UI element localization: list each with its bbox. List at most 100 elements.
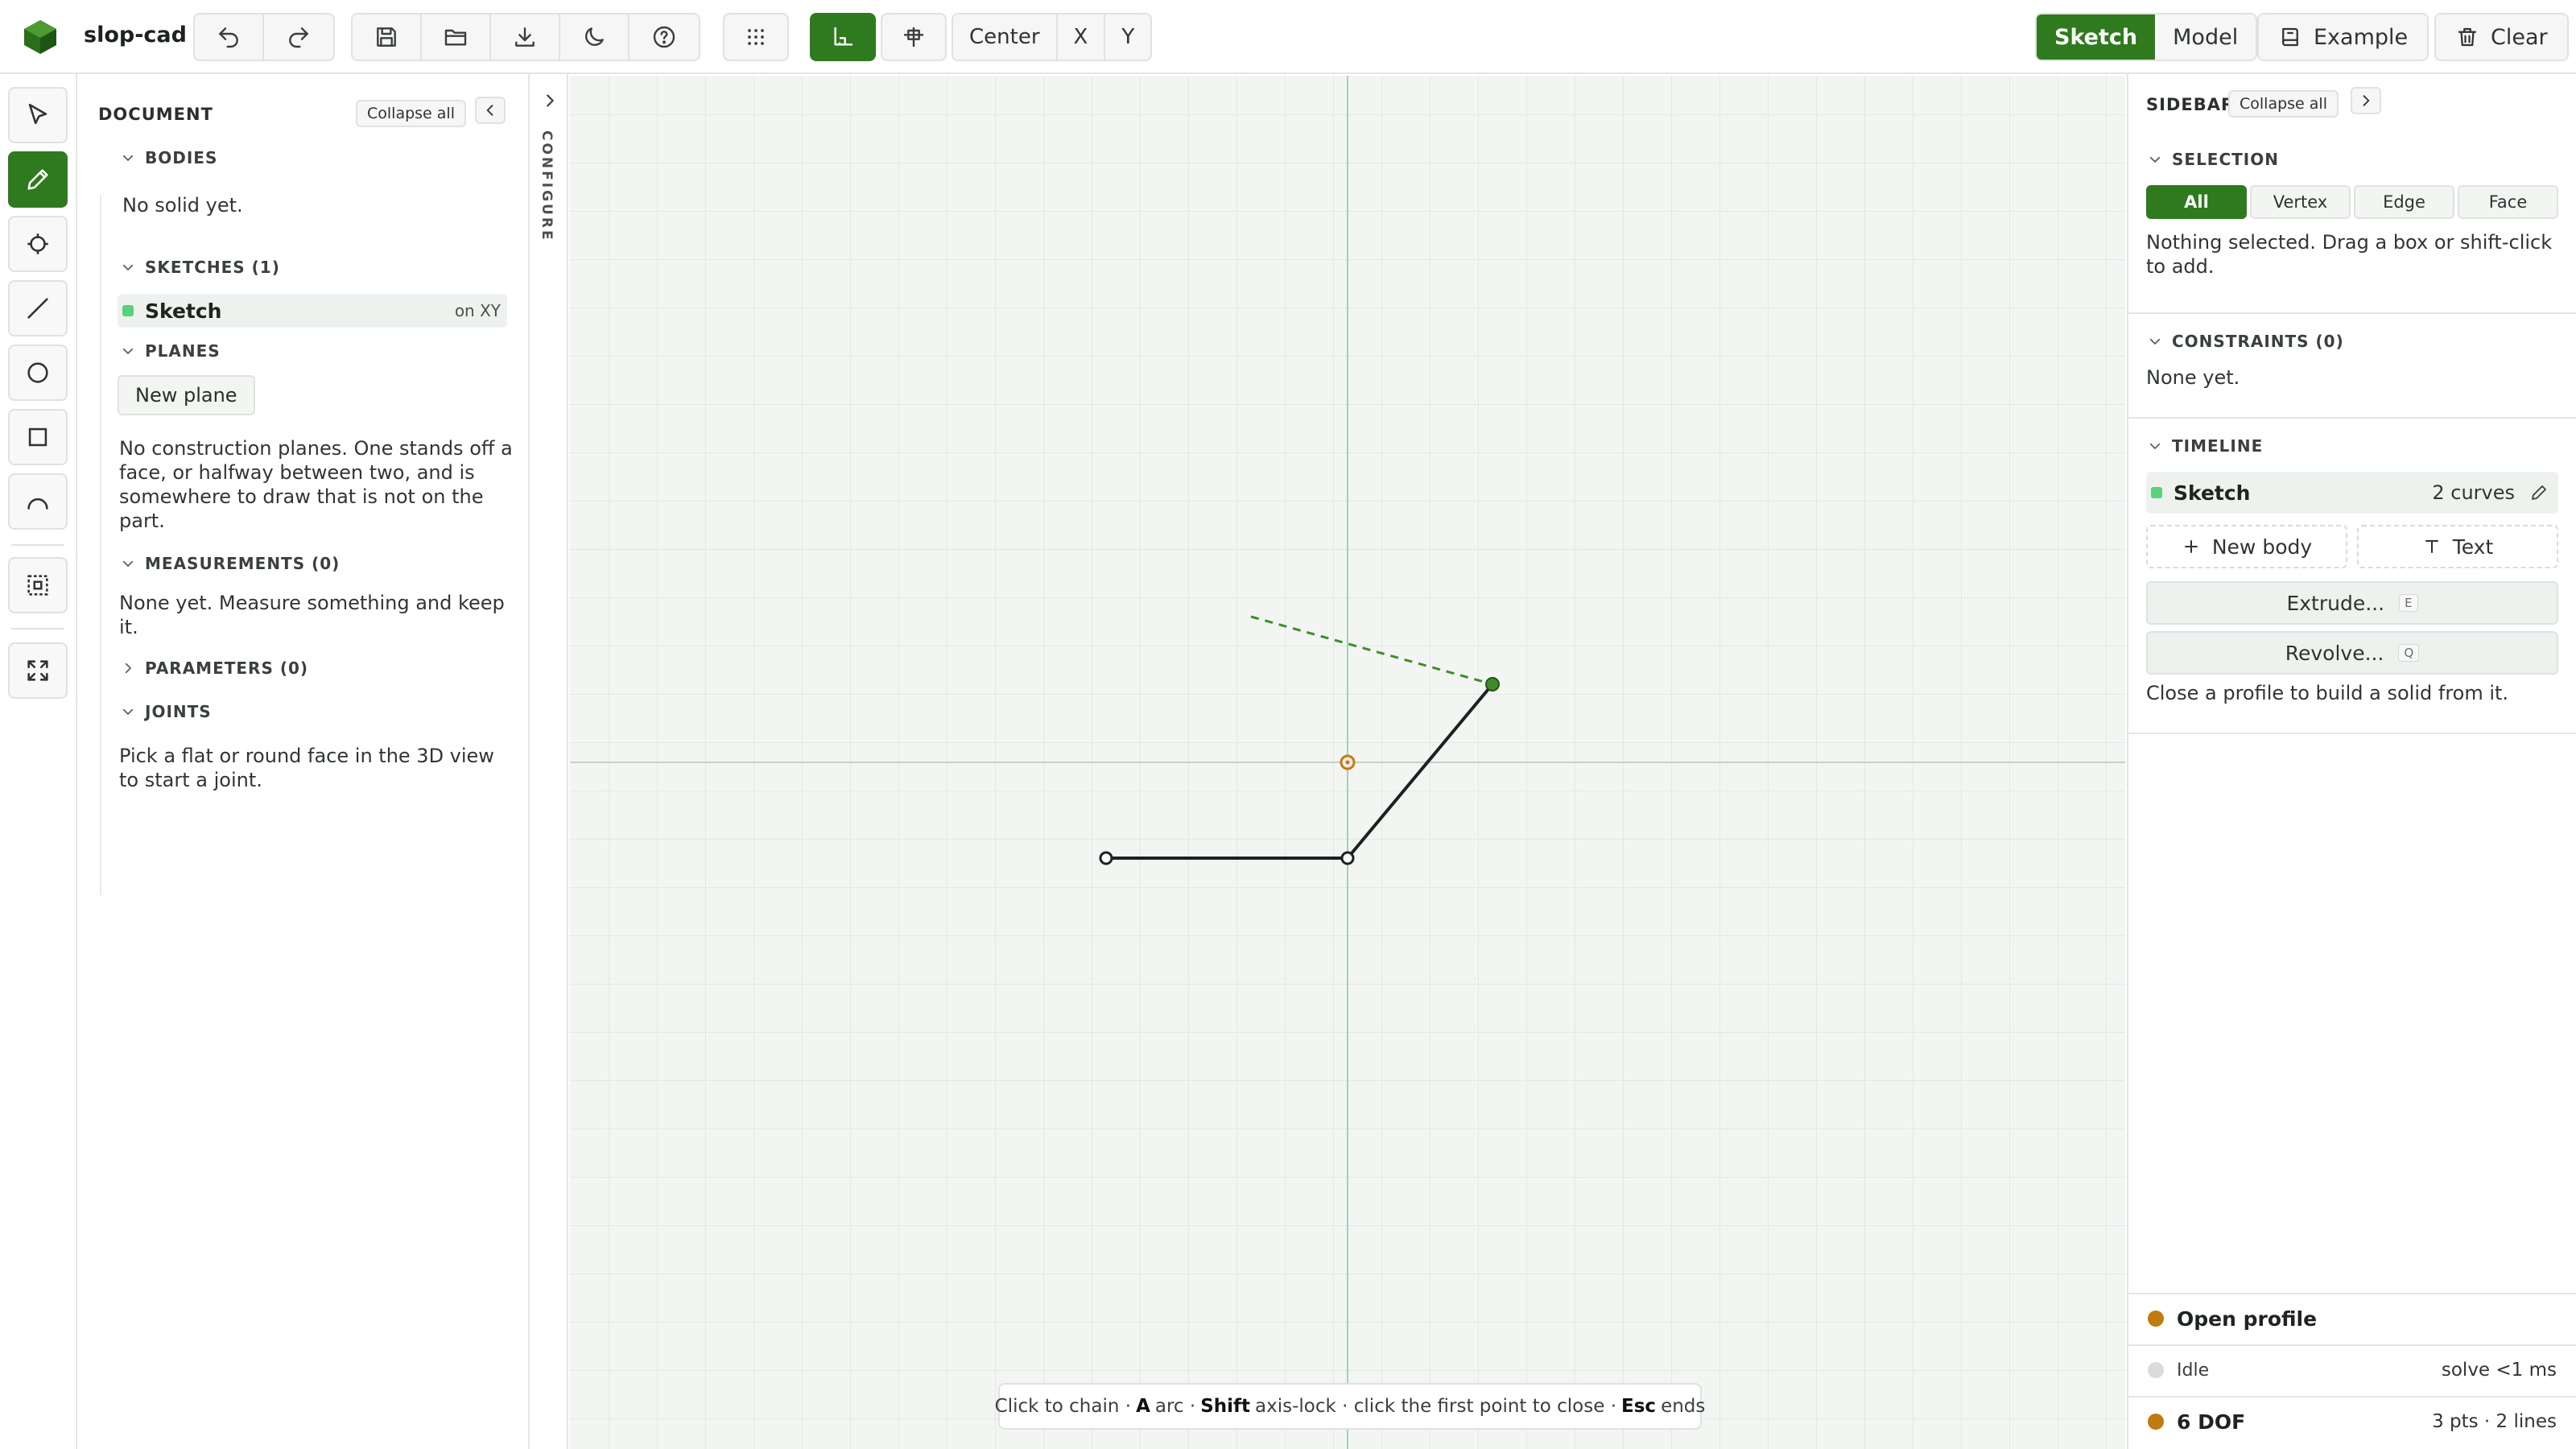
sketches-section-header[interactable]: SKETCHES (1) (121, 258, 280, 277)
timeline-item-count: 2 curves (2432, 481, 2515, 504)
folder-open-icon (444, 29, 467, 46)
constraints-section-header[interactable]: CONSTRAINTS (0) (2148, 332, 2344, 351)
chevron-down-icon (122, 348, 134, 354)
hint-key-a: A (1136, 1396, 1150, 1417)
undo-icon (219, 27, 238, 48)
selection-section-header[interactable]: SELECTION (2148, 150, 2279, 169)
configure-strip[interactable]: CONFIGURE (531, 74, 568, 1449)
point-tool[interactable] (8, 216, 68, 272)
line-icon (27, 298, 48, 319)
joints-section-header[interactable]: JOINTS (121, 702, 212, 721)
download-button[interactable] (491, 14, 560, 60)
dof-status-row: 6 DOF 3 pts · 2 lines (2128, 1396, 2576, 1446)
line-tool[interactable] (8, 280, 68, 336)
clear-label: Clear (2491, 24, 2548, 50)
chevron-down-icon (122, 264, 134, 270)
redo-icon (289, 27, 308, 48)
clear-button[interactable]: Clear (2434, 13, 2569, 61)
align-plane-icon (904, 27, 923, 47)
example-button[interactable]: Example (2257, 13, 2429, 61)
bodies-section-header[interactable]: BODIES (121, 148, 217, 167)
circle-tool[interactable] (8, 345, 68, 401)
active-vertex[interactable] (1485, 677, 1500, 691)
timeline-item[interactable]: Sketch 2 curves (2146, 472, 2558, 514)
grid-toggle-button[interactable] (723, 13, 789, 61)
tree-guide-line (100, 195, 101, 895)
timeline-heading: TIMELINE (2172, 436, 2264, 456)
revolve-button[interactable]: Revolve... Q (2146, 631, 2558, 675)
arc-icon (27, 497, 48, 510)
sketch-color-swatch (122, 305, 134, 316)
open-button[interactable] (422, 14, 491, 60)
hint-text: axis-lock · click the first point to clo… (1255, 1396, 1617, 1417)
solver-status-dot (2148, 1362, 2164, 1378)
sketch-vertex[interactable] (1099, 851, 1113, 865)
snap-toggle-button[interactable] (810, 13, 876, 61)
collapse-all-button[interactable]: Collapse all (356, 100, 466, 127)
sketch-canvas[interactable]: Click to chain · A arc · Shift axis-lock… (570, 76, 2125, 1449)
selection-tab-face[interactable]: Face (2458, 185, 2558, 219)
selection-tab-vertex[interactable]: Vertex (2250, 185, 2351, 219)
sidebar-title: SIDEBAR (2146, 95, 2235, 114)
measurements-section-header[interactable]: MEASUREMENTS (0) (121, 554, 340, 573)
solver-status-row: Idle solve <1 ms (2128, 1344, 2576, 1394)
constraints-heading: CONSTRAINTS (0) (2172, 332, 2344, 351)
mode-sketch-button[interactable]: Sketch (2037, 14, 2156, 60)
add-text-label: Text (2452, 535, 2494, 559)
sketch-vertex[interactable] (1340, 851, 1355, 865)
pencil-icon (27, 169, 48, 190)
selection-tab-all[interactable]: All (2146, 185, 2247, 219)
undo-button[interactable] (195, 14, 264, 60)
rectangle-tool[interactable] (8, 409, 68, 465)
joints-empty-text: Pick a flat or round face in the 3D view… (119, 745, 494, 791)
moon-icon (585, 27, 604, 46)
sidebar-collapse-button[interactable] (2351, 87, 2381, 114)
chevron-down-icon (2149, 156, 2161, 163)
sketch-list-item[interactable]: Sketch on XY (118, 294, 507, 328)
dof-status-dot (2148, 1414, 2164, 1430)
planes-section-header[interactable]: PLANES (121, 341, 221, 361)
document-panel: DOCUMENT Collapse all BODIES No solid ye… (79, 74, 530, 1449)
help-icon (653, 26, 675, 48)
configure-label: CONFIGURE (539, 130, 555, 242)
sketch-line-tool[interactable] (8, 151, 68, 208)
chevron-down-icon (122, 708, 134, 715)
chevron-down-icon (122, 155, 134, 161)
app-logo-icon (24, 20, 56, 54)
mode-model-button[interactable]: Model (2155, 14, 2256, 60)
collapse-panel-button[interactable] (475, 97, 506, 124)
timeline-section-header[interactable]: TIMELINE (2148, 436, 2263, 456)
selection-tab-edge[interactable]: Edge (2354, 185, 2454, 219)
origin-center-button[interactable]: Center (953, 14, 1058, 60)
arc-tool[interactable] (8, 473, 68, 530)
chevron-down-icon (122, 560, 134, 567)
new-plane-button[interactable]: New plane (118, 375, 255, 415)
align-plane-button[interactable] (881, 13, 947, 61)
chevron-down-icon (2149, 443, 2161, 449)
fit-view-tool[interactable] (8, 642, 68, 699)
redo-button[interactable] (264, 14, 333, 60)
snap-corner-icon (834, 27, 852, 46)
region-tool[interactable] (8, 557, 68, 613)
help-button[interactable] (630, 14, 699, 60)
axis-y-button[interactable]: Y (1105, 14, 1150, 60)
new-body-button[interactable]: New body (2146, 525, 2347, 568)
file-group (351, 13, 700, 61)
history-group (193, 13, 335, 61)
axis-x-button[interactable]: X (1058, 14, 1106, 60)
timeline-color-swatch (2151, 487, 2162, 498)
example-label: Example (2314, 24, 2409, 50)
sidebar-collapse-all-button[interactable]: Collapse all (2228, 90, 2339, 118)
theme-button[interactable] (560, 14, 630, 60)
parameters-section-header[interactable]: PARAMETERS (0) (121, 658, 308, 678)
canvas-drawing[interactable] (570, 76, 2125, 1449)
pencil-icon[interactable] (2529, 483, 2549, 502)
extrude-button[interactable]: Extrude... E (2146, 581, 2558, 625)
app-name: slop-cad (84, 23, 187, 47)
plus-icon (2184, 540, 2198, 553)
hint-text: arc · (1154, 1396, 1196, 1417)
select-tool[interactable] (8, 87, 68, 143)
save-button[interactable] (353, 14, 422, 60)
chevron-down-icon (2149, 338, 2161, 345)
add-text-button[interactable]: Text (2357, 525, 2558, 568)
